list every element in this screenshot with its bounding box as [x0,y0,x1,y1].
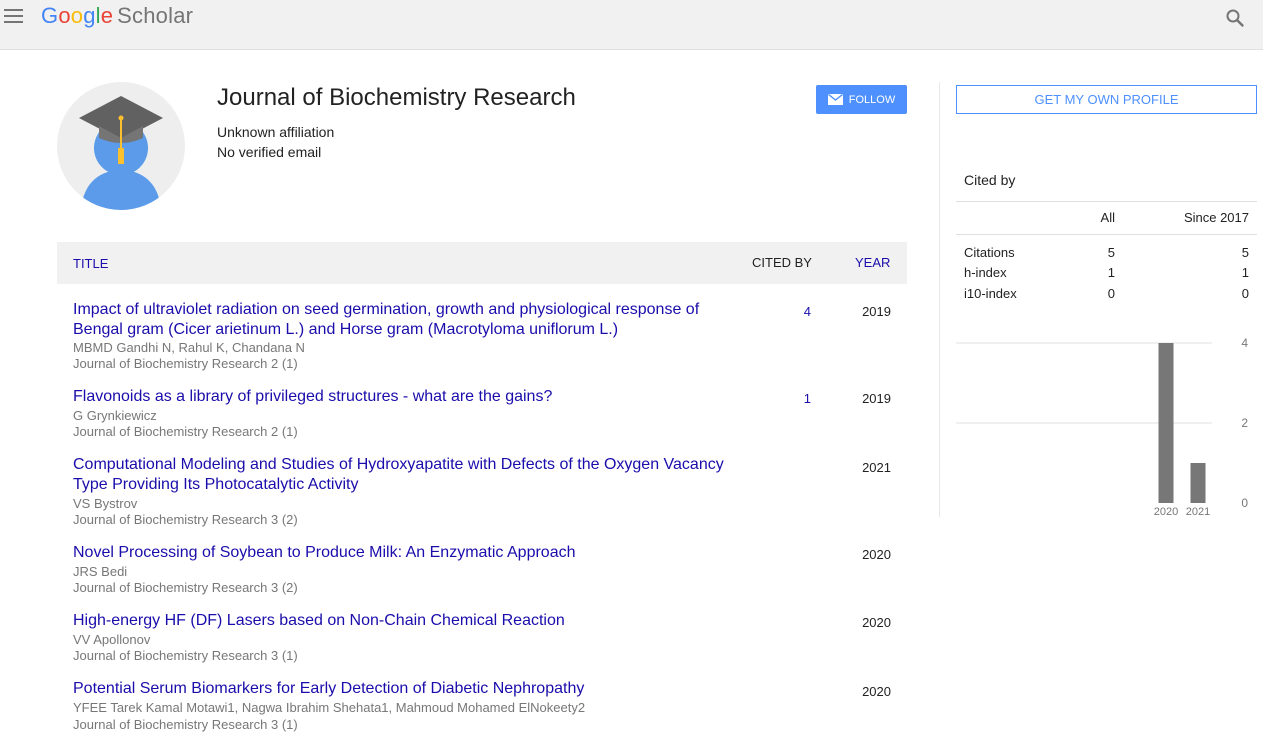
cited-count[interactable]: 4 [797,304,811,319]
article-title[interactable]: High-energy HF (DF) Lasers based on Non-… [73,611,743,631]
get-my-own-profile-button[interactable]: GET MY OWN PROFILE [956,85,1257,114]
article-title[interactable]: Novel Processing of Soybean to Produce M… [73,543,743,563]
article-title[interactable]: Potential Serum Biomarkers for Early Det… [73,679,743,699]
article-year: 2021 [862,460,891,475]
article-title[interactable]: Computational Modeling and Studies of Hy… [73,455,743,495]
column-divider [939,82,940,517]
stat-i10-index-since: 0 [1241,286,1249,301]
article-authors: VV Apollonov [73,632,151,647]
article-year: 2019 [862,304,891,319]
article-authors: G Grynkiewicz [73,408,157,423]
chart-bar-2020[interactable] [1158,343,1174,503]
avatar [57,82,185,210]
article-authors: JRS Bedi [73,564,128,579]
article-venue: Journal of Biochemistry Research 2 (1) [73,424,298,439]
chart-y-tick-label: 0 [1241,496,1248,510]
stat-citations-all: 5 [1107,245,1115,260]
stat-h-index-since: 1 [1241,265,1249,280]
email-status: No verified email [217,144,322,160]
chart-x-tick-label: 2021 [1186,506,1210,518]
article-authors: VS Bystrov [73,496,138,511]
chart-y-tick-label: 2 [1241,416,1248,430]
article-year: 2020 [862,684,891,699]
article-authors: MBMD Gandhi N, Rahul K, Chandana N [73,340,305,355]
articles-table-header: TITLE CITED BY YEAR [57,242,907,284]
article-year: 2019 [862,391,891,406]
follow-label: FOLLOW [848,93,896,106]
stats-header-since: Since 2017 [1183,210,1249,225]
article-title[interactable]: Flavonoids as a library of privileged st… [73,387,743,407]
chart-bar-2021[interactable] [1190,463,1206,503]
chart-x-tick-label: 2020 [1154,506,1178,518]
article-year: 2020 [862,615,891,630]
article-year: 2020 [862,547,891,562]
article-venue: Journal of Biochemistry Research 3 (1) [73,717,298,732]
sort-by-year[interactable]: YEAR [855,255,890,270]
stat-h-index-all: 1 [1107,265,1115,280]
stat-label-i10-index[interactable]: i10-index [964,286,1017,301]
sort-by-cited[interactable]: CITED BY [752,255,812,270]
menu-icon[interactable] [4,9,24,25]
stat-label-citations[interactable]: Citations [964,245,1015,260]
article-venue: Journal of Biochemistry Research 3 (2) [73,580,298,595]
google-scholar-logo[interactable]: Google Scholar [41,3,193,29]
cited-count[interactable]: 1 [797,391,811,406]
article-authors: YFEE Tarek Kamal Motawi1, Nagwa Ibrahim … [73,700,586,715]
stat-citations-since: 5 [1241,245,1249,260]
stats-header-all: All [1100,210,1115,225]
affiliation: Unknown affiliation [217,124,335,140]
article-venue: Journal of Biochemistry Research 3 (1) [73,648,298,663]
article-title[interactable]: Impact of ultraviolet radiation on seed … [73,300,743,340]
stat-label-h-index[interactable]: h-index [964,265,1007,280]
article-venue: Journal of Biochemistry Research 2 (1) [73,356,298,371]
stat-i10-index-all: 0 [1107,286,1115,301]
citations-per-year-chart: 4 2 0 2020 2021 [956,336,1257,526]
top-bar: Google Scholar [0,0,1263,50]
divider [956,201,1257,202]
profile-name: Journal of Biochemistry Research [217,84,576,111]
follow-button[interactable]: FOLLOW [816,85,907,114]
mail-icon [827,94,843,105]
chart-y-tick-label: 4 [1241,336,1248,350]
cited-by-heading: Cited by [964,172,1016,188]
divider [956,234,1257,235]
article-venue: Journal of Biochemistry Research 3 (2) [73,512,298,527]
search-icon[interactable] [1225,8,1245,28]
sort-by-title[interactable]: TITLE [73,256,108,271]
